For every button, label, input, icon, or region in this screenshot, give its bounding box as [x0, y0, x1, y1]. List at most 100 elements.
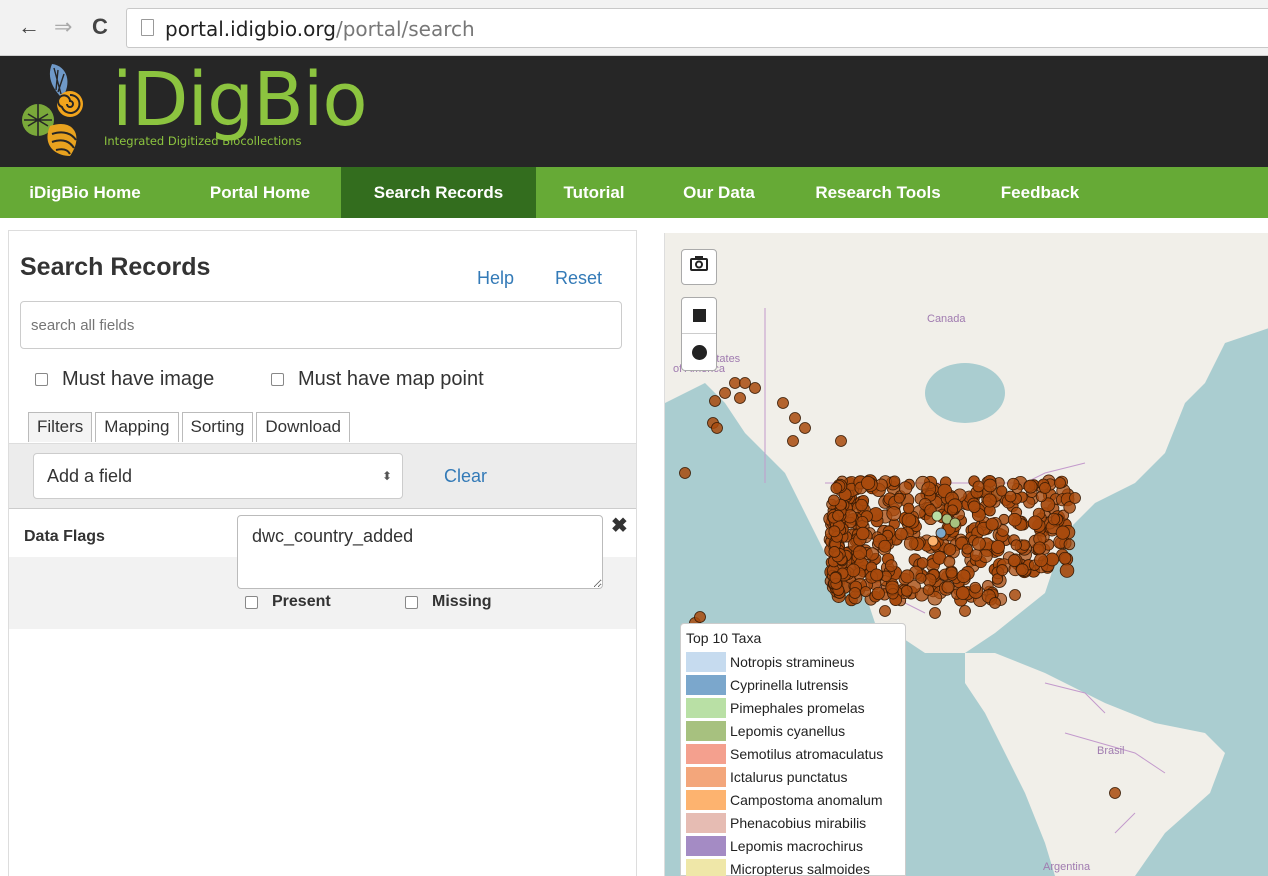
- occurrence-point: [1010, 539, 1022, 551]
- occurrence-point: [941, 580, 955, 594]
- legend-swatch: [686, 743, 726, 764]
- south-america-land: [965, 653, 1225, 876]
- occurrence-point: [828, 546, 841, 558]
- occurrence-point: [1015, 563, 1029, 577]
- occurrence-point: [856, 515, 869, 529]
- occurrence-point: [935, 527, 947, 539]
- camera-icon: [690, 256, 708, 271]
- occurrence-point: [931, 510, 943, 522]
- occurrence-point: [916, 557, 929, 569]
- occurrence-point: [968, 500, 981, 513]
- missing-option[interactable]: Missing: [405, 593, 492, 611]
- must-have-image-option[interactable]: Must have image: [35, 368, 214, 391]
- tab-download[interactable]: Download: [256, 412, 350, 442]
- occurrence-point: [888, 475, 901, 487]
- occurrence-point: [1009, 589, 1021, 601]
- occurrence-point: [982, 493, 997, 508]
- filter-value-textarea[interactable]: dwc_country_added: [237, 515, 603, 589]
- must-have-map-point-option[interactable]: Must have map point: [271, 368, 484, 391]
- draw-rectangle-button[interactable]: [682, 298, 716, 334]
- must-have-image-checkbox[interactable]: [35, 373, 48, 386]
- occurrence-point: [835, 435, 847, 447]
- occurrence-point: [789, 412, 801, 424]
- occurrence-point: [827, 494, 840, 507]
- legend-label: Micropterus salmoides: [730, 860, 871, 876]
- occurrence-point: [996, 564, 1009, 577]
- legend-item: Lepomis cyanellus: [686, 719, 900, 742]
- add-field-select[interactable]: Add a field ⬍: [33, 453, 403, 499]
- occurrence-point: [865, 547, 879, 561]
- present-option[interactable]: Present: [245, 593, 331, 611]
- nav-item-our-data[interactable]: Our Data: [662, 167, 776, 218]
- nav-item-feedback[interactable]: Feedback: [976, 167, 1104, 218]
- occurrence-point: [749, 382, 761, 394]
- nav-item-research-tools[interactable]: Research Tools: [788, 167, 968, 218]
- reset-link[interactable]: Reset: [555, 268, 602, 289]
- logo-text[interactable]: iDigBio: [112, 58, 368, 142]
- nav-item-idigbio-home[interactable]: iDigBio Home: [0, 167, 170, 218]
- map-view[interactable]: Canada States of America Brasil Argentin…: [664, 233, 1268, 876]
- occurrence-point: [1055, 525, 1070, 540]
- occurrence-point: [1039, 482, 1051, 494]
- legend-item: Pimephales promelas: [686, 696, 900, 719]
- legend-swatch: [686, 651, 726, 672]
- browser-toolbar: ← ⇒ C portal.idigbio.org/portal/search: [0, 0, 1268, 56]
- occurrence-point: [787, 435, 799, 447]
- url-path: /portal/search: [335, 17, 475, 41]
- hudson-bay: [925, 363, 1005, 423]
- occurrence-point: [946, 504, 958, 516]
- site-header: iDigBio Integrated Digitized Biocollecti…: [0, 56, 1268, 167]
- legend-label: Phenacobius mirabilis: [730, 814, 867, 831]
- occurrence-point: [1033, 541, 1047, 555]
- legend-item: Notropis stramineus: [686, 650, 900, 673]
- occurrence-point: [777, 397, 789, 409]
- legend-label: Lepomis macrochirus: [730, 837, 864, 854]
- camera-button[interactable]: [681, 249, 717, 285]
- occurrence-point: [894, 527, 908, 541]
- present-label: Present: [272, 593, 331, 610]
- logo-tagline: Integrated Digitized Biocollections: [104, 134, 302, 148]
- present-checkbox[interactable]: [245, 595, 258, 609]
- nav-item-portal-home[interactable]: Portal Home: [186, 167, 334, 218]
- back-arrow-icon[interactable]: ←: [18, 12, 40, 42]
- remove-filter-icon[interactable]: ✖: [611, 513, 628, 538]
- circle-icon: [692, 345, 707, 360]
- occurrence-point: [893, 492, 905, 504]
- idigbio-logo-icon[interactable]: [14, 60, 100, 160]
- reload-icon[interactable]: C: [92, 12, 108, 42]
- occurrence-point: [945, 566, 958, 579]
- occurrence-point: [739, 377, 751, 389]
- legend-label: Pimephales promelas: [730, 699, 865, 716]
- legend-swatch: [686, 674, 726, 695]
- missing-checkbox[interactable]: [405, 595, 418, 609]
- occurrence-point: [921, 481, 937, 497]
- draw-circle-button[interactable]: [682, 335, 716, 371]
- help-link[interactable]: Help: [477, 268, 514, 289]
- legend-swatch: [686, 720, 726, 741]
- missing-label: Missing: [432, 593, 492, 610]
- occurrence-point: [972, 480, 985, 493]
- occurrence-point: [1063, 538, 1076, 551]
- add-field-label: Add a field: [47, 466, 133, 486]
- occurrence-point: [832, 509, 844, 522]
- occurrence-point: [903, 502, 915, 515]
- address-bar[interactable]: portal.idigbio.org/portal/search: [126, 8, 1268, 48]
- tab-filters[interactable]: Filters: [28, 412, 93, 442]
- legend-swatch: [686, 835, 726, 856]
- occurrence-point: [886, 506, 902, 521]
- filter-label: Data Flags: [24, 528, 105, 545]
- occurrence-point: [879, 605, 891, 617]
- occurrence-point: [956, 569, 971, 584]
- search-input[interactable]: [20, 301, 622, 349]
- tab-sorting[interactable]: Sorting: [181, 412, 254, 442]
- must-have-map-point-checkbox[interactable]: [271, 373, 284, 386]
- select-arrows-icon: ⬍: [381, 469, 392, 483]
- occurrence-point: [871, 586, 885, 601]
- tab-mapping[interactable]: Mapping: [95, 412, 179, 442]
- nav-item-tutorial[interactable]: Tutorial: [540, 167, 648, 218]
- nav-item-search-records[interactable]: Search Records: [341, 167, 536, 218]
- occurrence-point: [1047, 512, 1061, 526]
- clear-link[interactable]: Clear: [444, 466, 487, 487]
- forward-arrow-icon[interactable]: ⇒: [54, 12, 72, 42]
- occurrence-point: [799, 422, 811, 434]
